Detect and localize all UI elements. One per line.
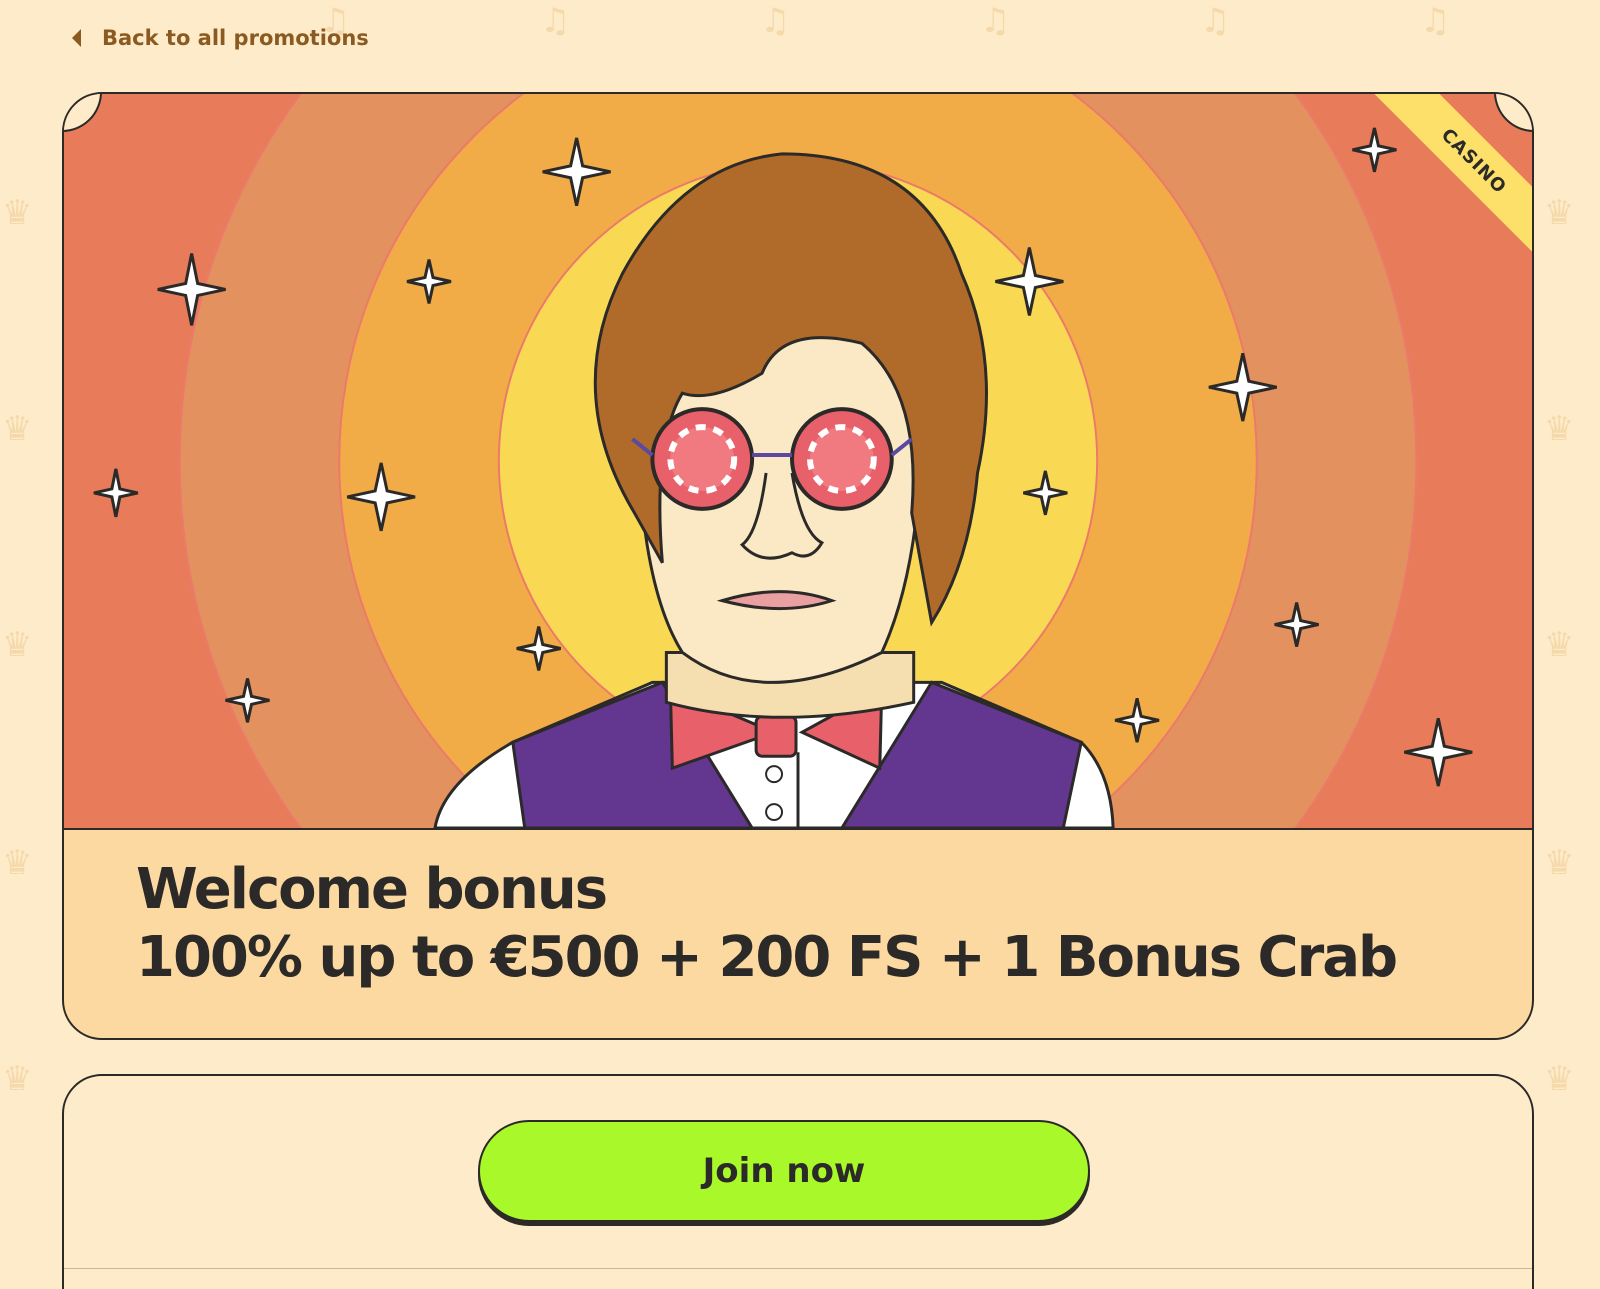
chevron-left-icon	[72, 29, 81, 47]
promo-title: Welcome bonus 100% up to €500 + 200 FS +…	[136, 856, 1492, 992]
back-to-promotions-link[interactable]: Back to all promotions	[68, 26, 369, 50]
action-card: Join now	[62, 1074, 1534, 1289]
promo-title-line1: Welcome bonus	[136, 857, 608, 922]
back-link-label: Back to all promotions	[102, 26, 369, 50]
hero-illustration: CASINO	[64, 94, 1532, 830]
join-now-button[interactable]: Join now	[478, 1120, 1090, 1222]
promo-title-line2: 100% up to €500 + 200 FS + 1 Bonus Crab	[136, 925, 1398, 990]
promo-card: CASINO Welcome bonus 100% up to €500 + 2…	[62, 92, 1534, 1040]
divider	[64, 1268, 1532, 1269]
musician-illustration	[64, 94, 1532, 828]
